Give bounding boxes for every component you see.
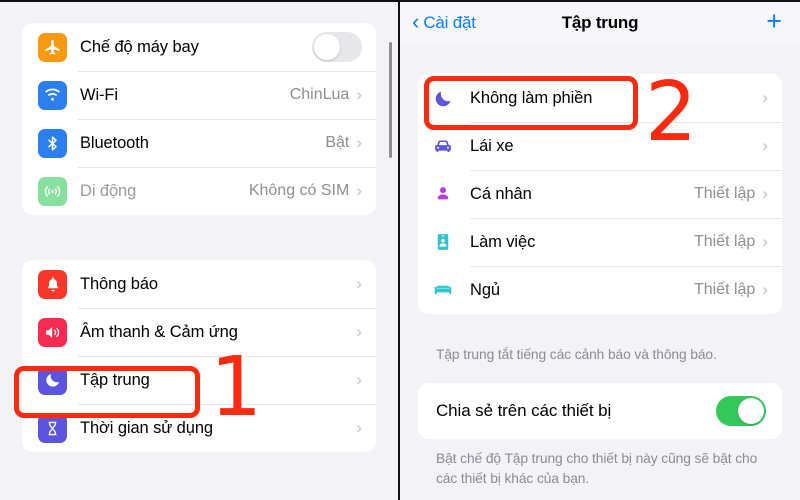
chevron-right-icon: › <box>762 135 768 155</box>
settings-row-label: Thời gian sử dụng <box>80 418 213 437</box>
share-across-devices-label: Chia sẻ trên các thiết bị <box>436 401 612 420</box>
bell-icon <box>38 269 67 299</box>
chevron-right-icon: › <box>356 84 362 104</box>
settings-row-airplane-mode[interactable]: Chế độ máy bay <box>22 23 376 71</box>
system-settings-card: Thông báo › Âm thanh & Cảm ứng › Tập tru <box>22 260 376 452</box>
focus-row-do-not-disturb[interactable]: Không làm phiền › <box>418 74 782 122</box>
share-across-devices-card: Chia sẻ trên các thiết bị <box>418 383 782 439</box>
wifi-icon <box>38 80 67 110</box>
airplane-mode-toggle[interactable] <box>312 32 362 62</box>
toggle-knob <box>738 398 764 424</box>
focus-row-work[interactable]: Làm việc Thiết lập › <box>418 218 782 266</box>
person-icon <box>430 180 456 209</box>
settings-row-label: Âm thanh & Cảm ứng <box>80 322 238 341</box>
focus-row-label: Lái xe <box>470 136 514 155</box>
focus-row-sleep[interactable]: Ngủ Thiết lập › <box>418 266 782 314</box>
settings-row-label: Bluetooth <box>80 133 149 152</box>
row-trailing: Thiết lập › <box>694 185 768 203</box>
row-trailing: › <box>356 417 362 437</box>
bed-icon <box>430 276 456 305</box>
row-trailing: Thiết lập › <box>694 281 768 299</box>
cellular-icon <box>38 176 67 206</box>
focus-row-driving[interactable]: Lái xe › <box>418 122 782 170</box>
settings-row-label: Thông báo <box>80 274 158 293</box>
vertical-scrollbar[interactable] <box>389 42 392 158</box>
chevron-right-icon: › <box>356 321 362 341</box>
navigation-bar: ‹ Cài đặt Tập trung + <box>400 2 800 44</box>
toggle-knob <box>314 34 340 60</box>
settings-row-notifications[interactable]: Thông báo › <box>22 260 376 308</box>
badge-icon <box>430 228 456 257</box>
speaker-icon <box>38 317 67 347</box>
chevron-right-icon: › <box>762 87 768 107</box>
row-trailing <box>716 396 766 426</box>
focus-row-personal[interactable]: Cá nhân Thiết lập › <box>418 170 782 218</box>
row-trailing: › <box>356 369 362 389</box>
share-across-devices-row[interactable]: Chia sẻ trên các thiết bị <box>418 383 782 439</box>
share-across-devices-toggle[interactable] <box>716 396 766 426</box>
chevron-right-icon: › <box>762 279 768 299</box>
chevron-right-icon: › <box>762 231 768 251</box>
settings-row-label: Chế độ máy bay <box>80 37 199 56</box>
wifi-network-value: ChinLua <box>289 86 350 103</box>
moon-icon <box>430 84 456 113</box>
settings-row-label: Wi-Fi <box>80 85 118 104</box>
settings-row-cellular[interactable]: Di động Không có SIM › <box>22 167 376 215</box>
focus-row-value: Thiết lập <box>693 185 756 202</box>
focus-row-label: Cá nhân <box>470 184 532 203</box>
hourglass-icon <box>38 413 67 443</box>
airplane-icon <box>38 32 67 62</box>
chevron-right-icon: › <box>356 180 362 200</box>
panel-divider <box>398 2 400 500</box>
row-trailing: Thiết lập › <box>694 233 768 251</box>
row-trailing: Không có SIM › <box>249 182 362 200</box>
chevron-right-icon: › <box>762 183 768 203</box>
focus-row-label: Làm việc <box>470 232 536 251</box>
settings-row-screen-time[interactable]: Thời gian sử dụng › <box>22 404 376 452</box>
settings-row-sounds-haptics[interactable]: Âm thanh & Cảm ứng › <box>22 308 376 356</box>
focus-row-value: Thiết lập <box>693 281 756 298</box>
row-trailing: › <box>356 321 362 341</box>
row-trailing: ChinLua › <box>290 86 362 104</box>
car-icon <box>430 132 456 161</box>
row-trailing: › <box>755 87 768 107</box>
row-trailing <box>312 32 362 62</box>
chevron-right-icon: › <box>356 417 362 437</box>
focus-modes-footnote: Tập trung tắt tiếng các cảnh báo và thôn… <box>436 347 717 362</box>
connectivity-settings-card: Chế độ máy bay Wi-Fi ChinLua › Bluetooth… <box>22 23 376 215</box>
page-title: Tập trung <box>561 13 639 32</box>
row-trailing: Bật › <box>325 134 362 152</box>
plus-icon[interactable]: + <box>766 7 782 35</box>
settings-row-bluetooth[interactable]: Bluetooth Bật › <box>22 119 376 167</box>
settings-row-label: Tập trung <box>80 370 150 389</box>
chevron-right-icon: › <box>356 132 362 152</box>
row-trailing: › <box>356 273 362 293</box>
bluetooth-state-value: Bật <box>325 134 350 151</box>
settings-list-panel: Chế độ máy bay Wi-Fi ChinLua › Bluetooth… <box>0 2 398 500</box>
screenshot-root: Chế độ máy bay Wi-Fi ChinLua › Bluetooth… <box>0 0 800 500</box>
settings-row-label: Di động <box>80 181 137 200</box>
moon-icon <box>38 365 67 395</box>
row-trailing: › <box>755 135 768 155</box>
focus-row-label: Không làm phiền <box>470 88 593 107</box>
chevron-right-icon: › <box>356 273 362 293</box>
share-across-devices-footnote: Bật chế độ Tập trung cho thiết bị này cũ… <box>436 451 758 486</box>
focus-row-value: Thiết lập <box>693 233 756 250</box>
focus-row-label: Ngủ <box>470 280 500 299</box>
bluetooth-icon <box>38 128 67 158</box>
settings-row-focus[interactable]: Tập trung › <box>22 356 376 404</box>
cellular-state-value: Không có SIM <box>248 182 350 199</box>
chevron-right-icon: › <box>356 369 362 389</box>
focus-modes-card: Không làm phiền › Lái xe › Cá nhân Thiết… <box>418 74 782 314</box>
settings-row-wifi[interactable]: Wi-Fi ChinLua › <box>22 71 376 119</box>
